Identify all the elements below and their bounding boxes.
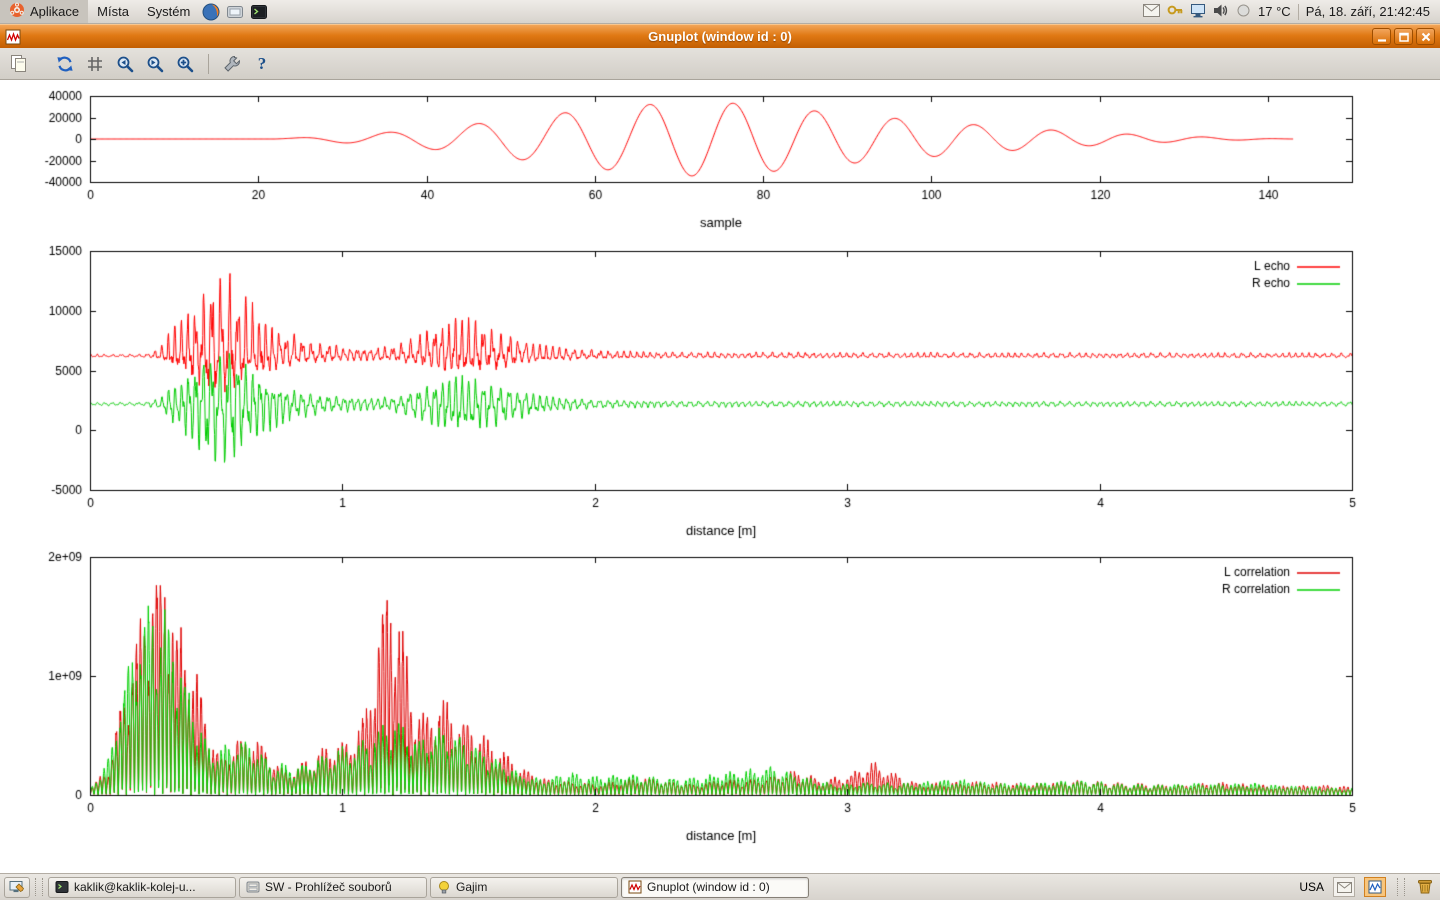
- gnuplot-task-icon: [628, 880, 642, 894]
- show-desktop-button[interactable]: [4, 877, 30, 898]
- firefox-launcher[interactable]: [199, 0, 223, 24]
- screenshot-icon: [226, 3, 244, 21]
- task-button-gajim[interactable]: Gajim: [430, 877, 618, 898]
- keyboard-layout-indicator[interactable]: USA: [1299, 880, 1324, 894]
- maximize-button[interactable]: [1394, 28, 1413, 45]
- close-icon: [1421, 32, 1431, 42]
- task-label: SW - Prohlížeč souborů: [265, 880, 392, 894]
- weather-icon[interactable]: [1236, 3, 1251, 21]
- trash-icon: [1416, 877, 1434, 895]
- taskbar: kaklik@kaklik-kolej-u... SW - Prohlížeč …: [0, 873, 1440, 900]
- ubuntu-logo-icon: [9, 2, 25, 21]
- copy-icon: [9, 54, 29, 74]
- zoom-previous-icon: [115, 54, 135, 74]
- task-label: Gajim: [456, 880, 487, 894]
- mail-notification-tray[interactable]: [1333, 877, 1355, 897]
- tray-handle[interactable]: [1397, 878, 1405, 896]
- task-button-terminal[interactable]: kaklik@kaklik-kolej-u...: [48, 877, 236, 898]
- help-icon: ?: [258, 54, 267, 74]
- minimize-icon: [1377, 32, 1387, 42]
- menu-label-places: Místa: [97, 4, 129, 19]
- task-button-gnuplot[interactable]: Gnuplot (window id : 0): [621, 877, 809, 898]
- plot-window-tray[interactable]: [1364, 877, 1386, 897]
- terminal-launcher[interactable]: [247, 0, 271, 24]
- plot-toolbar: ?: [0, 48, 1440, 80]
- panel-separator: [1298, 4, 1299, 20]
- configure-button[interactable]: [219, 51, 245, 77]
- titlebar[interactable]: Gnuplot (window id : 0): [0, 24, 1440, 48]
- volume-icon[interactable]: [1213, 3, 1229, 21]
- gnuplot-window: Gnuplot (window id : 0): [0, 24, 1440, 873]
- terminal-icon: [250, 3, 268, 21]
- menu-system[interactable]: Systém: [138, 0, 199, 23]
- file-manager-task-icon: [246, 880, 260, 894]
- keyring-icon[interactable]: [1167, 2, 1183, 21]
- copy-plot-button[interactable]: [6, 51, 32, 77]
- window-title: Gnuplot (window id : 0): [0, 29, 1440, 44]
- gajim-task-icon: [437, 880, 451, 894]
- mail-icon[interactable]: [1143, 4, 1160, 20]
- replot-button[interactable]: [52, 51, 78, 77]
- task-label: Gnuplot (window id : 0): [647, 880, 770, 894]
- plot-tray-icon: [1368, 880, 1382, 894]
- clock[interactable]: Pá, 18. září, 21:42:45: [1306, 4, 1430, 19]
- plot-area: [0, 80, 1440, 873]
- autoscale-icon: [175, 54, 195, 74]
- maximize-icon: [1399, 32, 1409, 42]
- sample-waveform-chart-canvas[interactable]: [0, 88, 1440, 238]
- top-panel: Aplikace Místa Systém 17 °C Pá, 18. září…: [0, 0, 1440, 24]
- task-label: kaklik@kaklik-kolej-u...: [74, 880, 196, 894]
- zoom-next-button[interactable]: [142, 51, 168, 77]
- toggle-grid-button[interactable]: [82, 51, 108, 77]
- temperature-label[interactable]: 17 °C: [1258, 4, 1291, 19]
- gnuplot-window-icon: [5, 29, 21, 45]
- close-button[interactable]: [1416, 28, 1435, 45]
- wrench-icon: [222, 54, 242, 74]
- window-list-handle[interactable]: [35, 878, 43, 896]
- replot-icon: [55, 54, 75, 74]
- menu-places[interactable]: Místa: [88, 0, 138, 23]
- taskbar-right: USA: [1299, 877, 1436, 898]
- help-button[interactable]: ?: [249, 51, 275, 77]
- screenshot-launcher[interactable]: [223, 0, 247, 24]
- correlation-chart-canvas[interactable]: [0, 546, 1440, 846]
- terminal-task-icon: [55, 880, 69, 894]
- mail-tray-icon: [1337, 882, 1352, 893]
- menu-applications[interactable]: Aplikace: [0, 0, 88, 23]
- display-icon[interactable]: [1190, 3, 1206, 21]
- panel-status-area: 17 °C Pá, 18. září, 21:42:45: [1143, 2, 1440, 21]
- trash-applet[interactable]: [1416, 877, 1434, 898]
- window-controls: [1372, 28, 1440, 45]
- menu-label-system: Systém: [147, 4, 190, 19]
- firefox-icon: [202, 3, 220, 21]
- zoom-next-icon: [145, 54, 165, 74]
- toolbar-separator: [208, 54, 209, 74]
- show-desktop-icon: [9, 880, 25, 894]
- autoscale-button[interactable]: [172, 51, 198, 77]
- minimize-button[interactable]: [1372, 28, 1391, 45]
- task-button-file-manager[interactable]: SW - Prohlížeč souborů: [239, 877, 427, 898]
- menu-label-applications: Aplikace: [30, 4, 79, 19]
- echo-chart-canvas[interactable]: [0, 241, 1440, 541]
- grid-icon: [85, 54, 105, 74]
- zoom-previous-button[interactable]: [112, 51, 138, 77]
